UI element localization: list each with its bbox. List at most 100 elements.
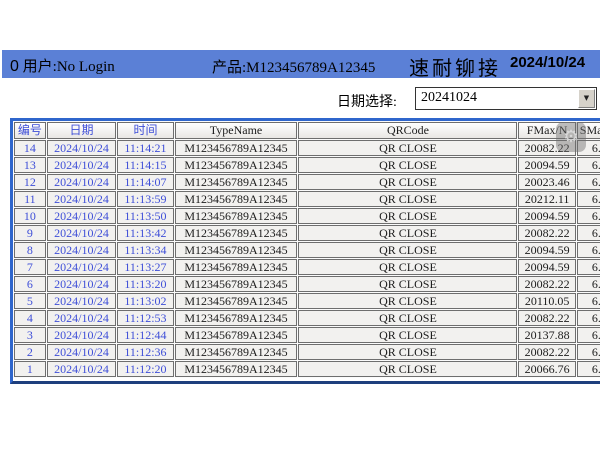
cell-time[interactable]: 11:14:21 (117, 140, 173, 156)
cell-smax[interactable]: 6.63 (577, 191, 600, 207)
cell-date[interactable]: 2024/10/24 (47, 140, 117, 156)
cell-time[interactable]: 11:13:27 (117, 259, 173, 275)
cell-id[interactable]: 5 (14, 293, 46, 309)
cell-date[interactable]: 2024/10/24 (47, 293, 117, 309)
cell-qrcode[interactable]: QR CLOSE (298, 259, 517, 275)
cell-smax[interactable]: 6.82 (577, 174, 600, 190)
table-row[interactable]: 10 2024/10/24 11:13:50 M123456789A12345 … (14, 208, 600, 224)
cell-time[interactable]: 11:12:36 (117, 344, 173, 360)
cell-time[interactable]: 11:13:20 (117, 276, 173, 292)
table-row[interactable]: 8 2024/10/24 11:13:34 M123456789A12345 Q… (14, 242, 600, 258)
cell-typename[interactable]: M123456789A12345 (175, 242, 298, 258)
cell-qrcode[interactable]: QR CLOSE (298, 242, 517, 258)
cell-typename[interactable]: M123456789A12345 (175, 225, 298, 241)
cell-fmax[interactable]: 20082.22 (518, 225, 575, 241)
cell-id[interactable]: 14 (14, 140, 46, 156)
cell-qrcode[interactable]: QR CLOSE (298, 225, 517, 241)
column-header-date[interactable]: 日期 (47, 122, 117, 139)
table-row[interactable]: 7 2024/10/24 11:13:27 M123456789A12345 Q… (14, 259, 600, 275)
cell-typename[interactable]: M123456789A12345 (175, 259, 298, 275)
cell-qrcode[interactable]: QR CLOSE (298, 293, 517, 309)
cell-id[interactable]: 9 (14, 225, 46, 241)
cell-smax[interactable]: 6.91 (577, 276, 600, 292)
cell-qrcode[interactable]: QR CLOSE (298, 191, 517, 207)
cell-time[interactable]: 11:14:07 (117, 174, 173, 190)
column-header-id[interactable]: 编号 (14, 122, 46, 139)
cell-fmax[interactable]: 20082.22 (518, 276, 575, 292)
cell-date[interactable]: 2024/10/24 (47, 191, 117, 207)
cell-fmax[interactable]: 20082.22 (518, 310, 575, 326)
cell-qrcode[interactable]: QR CLOSE (298, 140, 517, 156)
combobox-dropdown-button[interactable]: ▼ (578, 89, 595, 108)
cell-id[interactable]: 3 (14, 327, 46, 343)
cell-fmax[interactable]: 20023.46 (518, 174, 575, 190)
cell-time[interactable]: 11:12:44 (117, 327, 173, 343)
cell-qrcode[interactable]: QR CLOSE (298, 327, 517, 343)
cell-time[interactable]: 11:13:59 (117, 191, 173, 207)
cell-qrcode[interactable]: QR CLOSE (298, 174, 517, 190)
cell-date[interactable]: 2024/10/24 (47, 344, 117, 360)
table-row[interactable]: 1 2024/10/24 11:12:20 M123456789A12345 Q… (14, 361, 600, 377)
cell-id[interactable]: 13 (14, 157, 46, 173)
cell-smax[interactable]: 6.88 (577, 344, 600, 360)
column-header-typename[interactable]: TypeName (175, 122, 298, 139)
cell-date[interactable]: 2024/10/24 (47, 327, 117, 343)
cell-date[interactable]: 2024/10/24 (47, 259, 117, 275)
cell-date[interactable]: 2024/10/24 (47, 174, 117, 190)
column-header-time[interactable]: 时间 (117, 122, 173, 139)
cell-fmax[interactable]: 20110.05 (518, 293, 575, 309)
cell-id[interactable]: 8 (14, 242, 46, 258)
cell-time[interactable]: 11:13:50 (117, 208, 173, 224)
cell-time[interactable]: 11:12:20 (117, 361, 173, 377)
cell-typename[interactable]: M123456789A12345 (175, 208, 298, 224)
cell-qrcode[interactable]: QR CLOSE (298, 208, 517, 224)
cell-fmax[interactable]: 20094.59 (518, 242, 575, 258)
cell-smax[interactable]: 6.95 (577, 242, 600, 258)
cell-smax[interactable]: 6.66 (577, 225, 600, 241)
cell-id[interactable]: 10 (14, 208, 46, 224)
cell-id[interactable]: 7 (14, 259, 46, 275)
cell-smax[interactable]: 6.71 (577, 361, 600, 377)
table-row[interactable]: 5 2024/10/24 11:13:02 M123456789A12345 Q… (14, 293, 600, 309)
cell-typename[interactable]: M123456789A12345 (175, 344, 298, 360)
cell-qrcode[interactable]: QR CLOSE (298, 344, 517, 360)
column-header-qrcode[interactable]: QRCode (298, 122, 517, 139)
cell-fmax[interactable]: 20082.22 (518, 344, 575, 360)
cell-fmax[interactable]: 20212.11 (518, 191, 575, 207)
cell-date[interactable]: 2024/10/24 (47, 361, 117, 377)
cell-id[interactable]: 1 (14, 361, 46, 377)
cell-fmax[interactable]: 20094.59 (518, 157, 575, 173)
table-row[interactable]: 3 2024/10/24 11:12:44 M123456789A12345 Q… (14, 327, 600, 343)
cell-qrcode[interactable]: QR CLOSE (298, 310, 517, 326)
cell-smax[interactable]: 6.80 (577, 157, 600, 173)
table-row[interactable]: 9 2024/10/24 11:13:42 M123456789A12345 Q… (14, 225, 600, 241)
cell-date[interactable]: 2024/10/24 (47, 242, 117, 258)
table-row[interactable]: 4 2024/10/24 11:12:53 M123456789A12345 Q… (14, 310, 600, 326)
cell-typename[interactable]: M123456789A12345 (175, 361, 298, 377)
cell-date[interactable]: 2024/10/24 (47, 225, 117, 241)
cell-typename[interactable]: M123456789A12345 (175, 327, 298, 343)
table-row[interactable]: 14 2024/10/24 11:14:21 M123456789A12345 … (14, 140, 600, 156)
cell-fmax[interactable]: 20094.59 (518, 208, 575, 224)
cell-smax[interactable]: 6.77 (577, 310, 600, 326)
cell-fmax[interactable]: 20137.88 (518, 327, 575, 343)
cell-time[interactable]: 11:13:34 (117, 242, 173, 258)
cell-id[interactable]: 12 (14, 174, 46, 190)
cell-id[interactable]: 6 (14, 276, 46, 292)
table-row[interactable]: 12 2024/10/24 11:14:07 M123456789A12345 … (14, 174, 600, 190)
cell-qrcode[interactable]: QR CLOSE (298, 276, 517, 292)
cell-time[interactable]: 11:13:42 (117, 225, 173, 241)
cell-time[interactable]: 11:13:02 (117, 293, 173, 309)
cell-date[interactable]: 2024/10/24 (47, 157, 117, 173)
cell-typename[interactable]: M123456789A12345 (175, 293, 298, 309)
cell-smax[interactable]: 6.98 (577, 208, 600, 224)
cell-fmax[interactable]: 20066.76 (518, 361, 575, 377)
cell-typename[interactable]: M123456789A12345 (175, 157, 298, 173)
table-row[interactable]: 2 2024/10/24 11:12:36 M123456789A12345 Q… (14, 344, 600, 360)
cell-qrcode[interactable]: QR CLOSE (298, 157, 517, 173)
cell-typename[interactable]: M123456789A12345 (175, 191, 298, 207)
cell-time[interactable]: 11:12:53 (117, 310, 173, 326)
cell-typename[interactable]: M123456789A12345 (175, 174, 298, 190)
cell-smax[interactable]: 6.92 (577, 259, 600, 275)
cell-typename[interactable]: M123456789A12345 (175, 276, 298, 292)
